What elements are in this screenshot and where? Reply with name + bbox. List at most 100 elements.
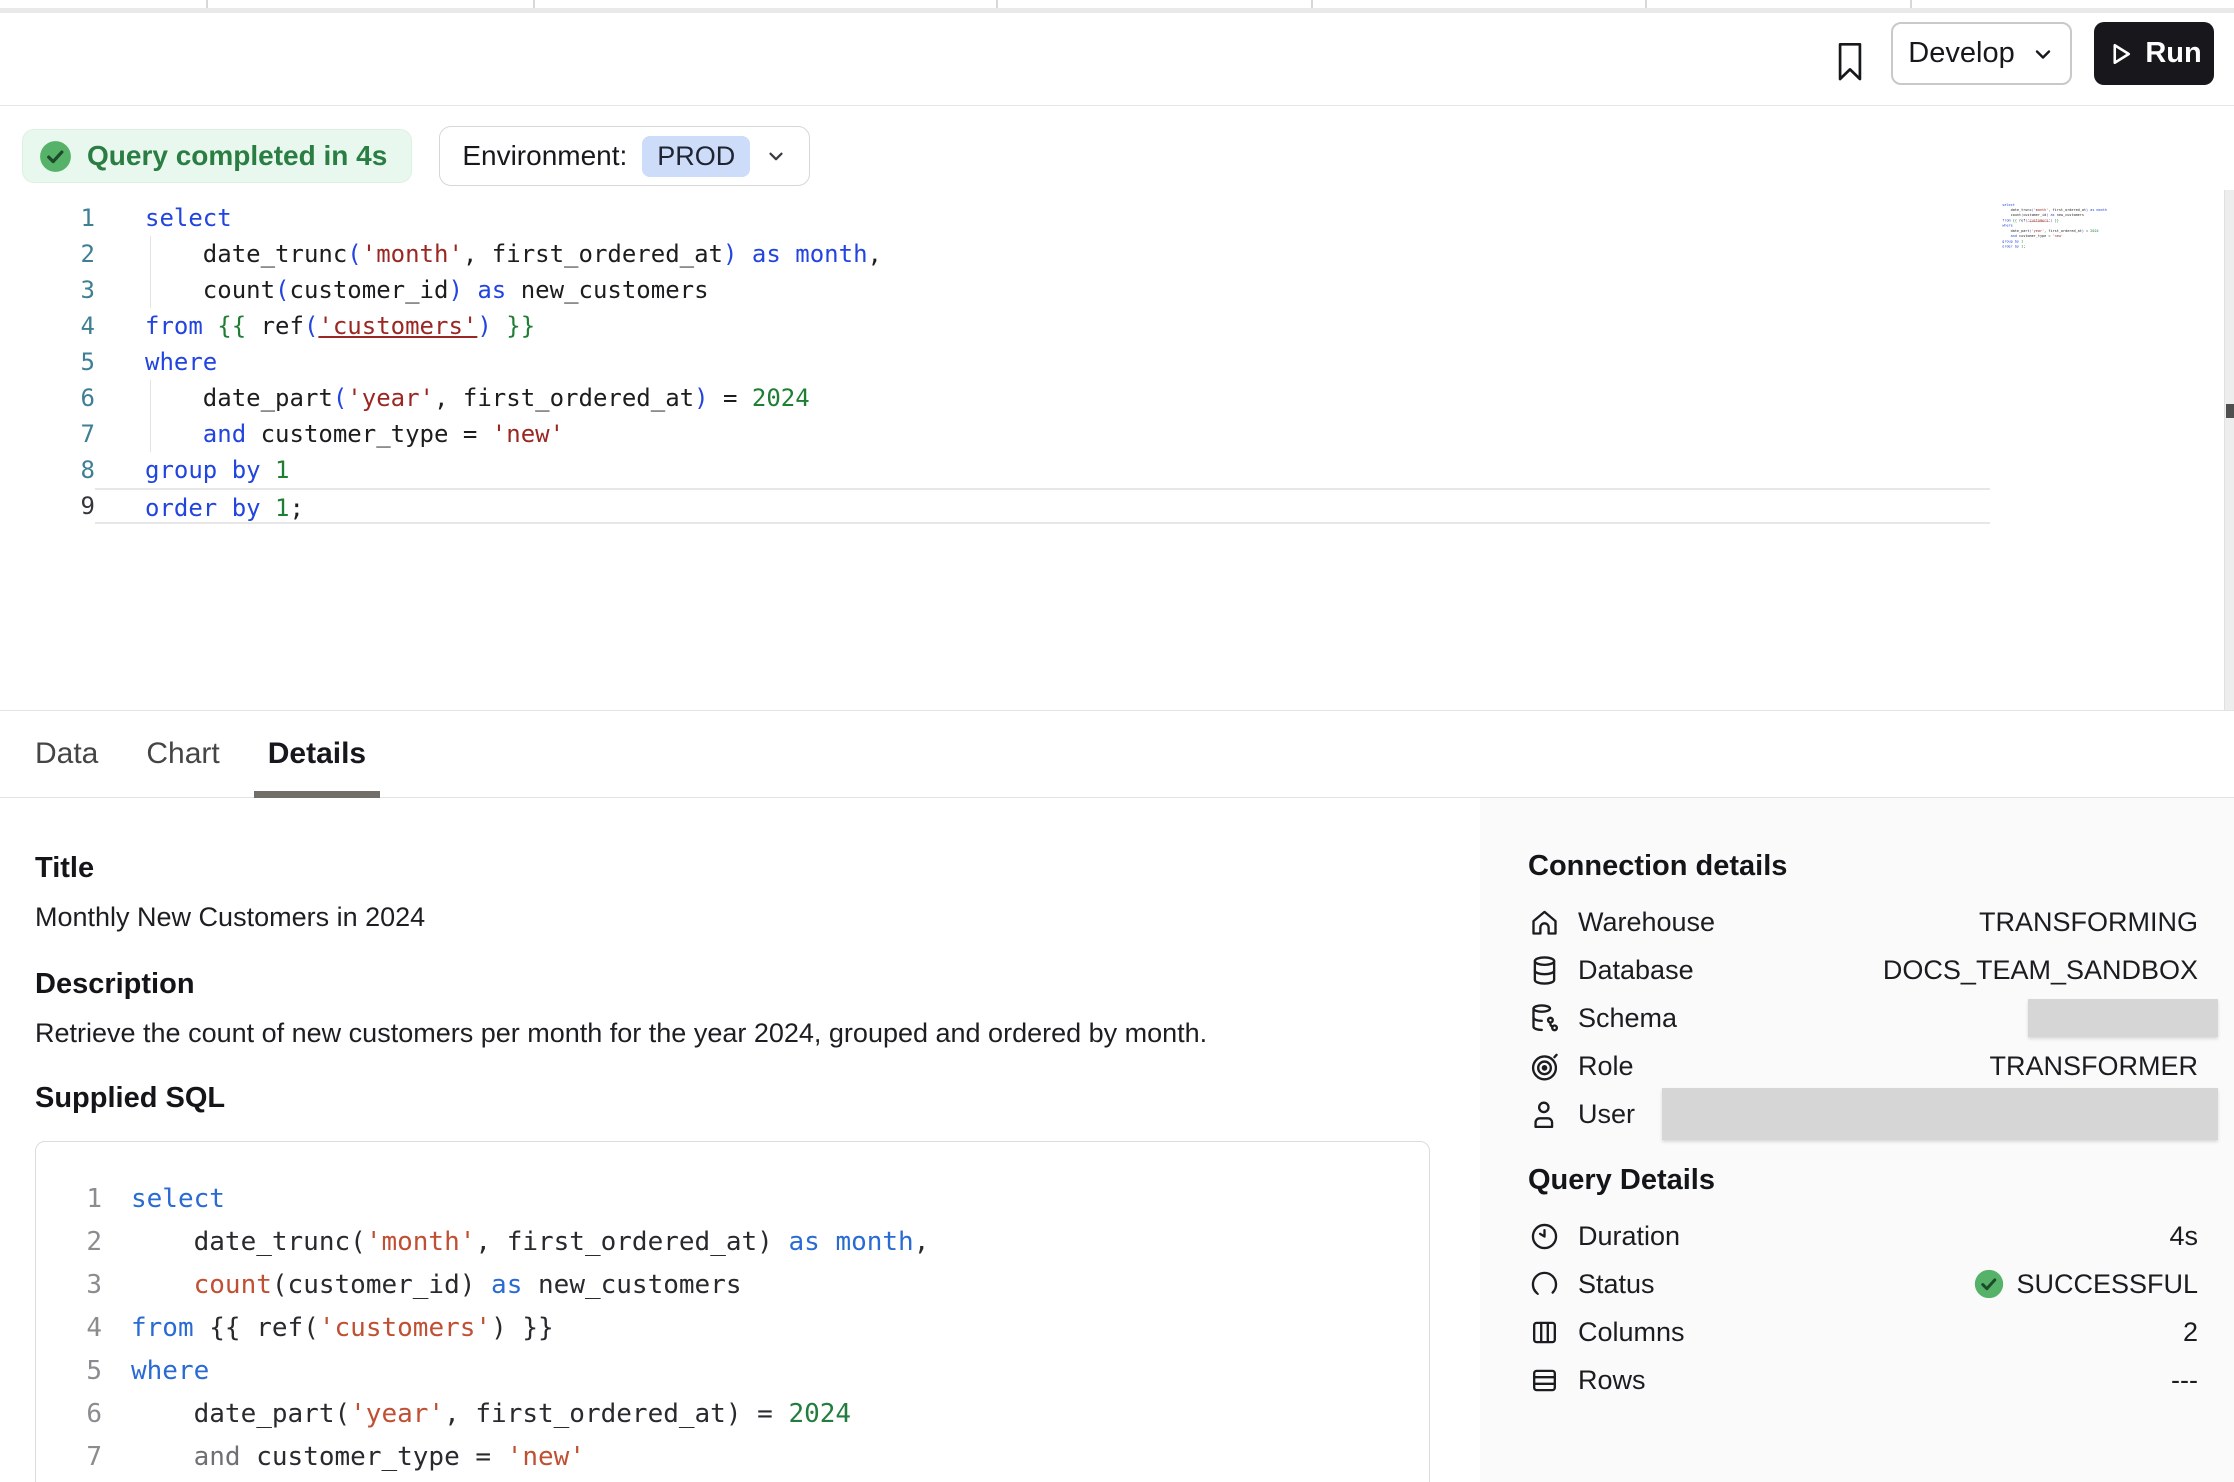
details-main-panel: Title Monthly New Customers in 2024 Desc… (0, 798, 1480, 1482)
line-number: 4 (0, 308, 95, 344)
detail-label: Database (1578, 955, 1694, 986)
schema-icon (1528, 1001, 1562, 1035)
detail-label: Status (1578, 1269, 1655, 1300)
supplied-sql-heading: Supplied SQL (35, 1082, 1480, 1115)
detail-label: Duration (1578, 1221, 1680, 1252)
code-line: 8group by 1 (0, 452, 1990, 488)
line-number: 1 (0, 200, 95, 236)
results-tabbar: DataChartDetails (0, 710, 2234, 798)
browser-tab-divider (1910, 0, 1912, 8)
detail-value: TRANSFORMER (1990, 1051, 2199, 1082)
detail-label: Columns (1578, 1317, 1685, 1348)
title-value: Monthly New Customers in 2024 (35, 902, 1480, 933)
line-number: 9 (0, 488, 95, 524)
query-details-heading: Query Details (1528, 1164, 2198, 1197)
browser-tab-divider (1311, 0, 1313, 8)
line-number: 6 (0, 380, 95, 416)
browser-tab-divider (1645, 0, 1647, 8)
query-detail-row: Duration 4s (1528, 1212, 2198, 1260)
run-button-label: Run (2145, 37, 2201, 70)
duration-icon (1528, 1219, 1562, 1253)
rows-icon (1528, 1363, 1562, 1397)
code-line: 5where (0, 344, 1990, 380)
play-icon (2106, 40, 2134, 68)
detail-label: Warehouse (1578, 907, 1715, 938)
code-line: 1select (36, 1178, 1429, 1221)
detail-value: 2 (2183, 1317, 2198, 1348)
line-number: 4 (36, 1307, 102, 1350)
line-number: 6 (36, 1393, 102, 1436)
browser-tab-divider (996, 0, 998, 8)
detail-label: Role (1578, 1051, 1634, 1082)
environment-label: Environment: (462, 140, 627, 172)
query-status-pill: Query completed in 4s (22, 129, 412, 183)
code-line: 6 date_part('year', first_ordered_at) = … (36, 1393, 1429, 1436)
window-top-strip (0, 0, 2234, 13)
run-button[interactable]: Run (2094, 22, 2214, 85)
line-number: 3 (0, 272, 95, 308)
tab-data[interactable]: Data (21, 711, 112, 797)
scrollbar-thumb[interactable] (2226, 404, 2234, 418)
redacted-value (2028, 999, 2218, 1037)
query-detail-row: Status SUCCESSFUL (1528, 1260, 2198, 1308)
detail-value: SUCCESSFUL (2016, 1269, 2198, 1300)
columns-icon (1528, 1315, 1562, 1349)
code-line: 3 count(customer_id) as new_customers (36, 1264, 1429, 1307)
chevron-down-icon (765, 145, 787, 167)
line-number: 5 (36, 1350, 102, 1393)
connection-row: Warehouse TRANSFORMING (1528, 898, 2198, 946)
connection-row: User (1528, 1090, 2198, 1138)
detail-value: --- (2171, 1365, 2198, 1396)
code-line: 2 date_trunc('month', first_ordered_at) … (0, 236, 1990, 272)
detail-value: TRANSFORMING (1979, 907, 2198, 938)
editor-minimap-code: select date_trunc('month', first_ordered… (1995, 202, 2107, 249)
environment-select[interactable]: Environment: PROD (439, 126, 810, 186)
develop-button-label: Develop (1908, 37, 2014, 70)
connection-details-heading: Connection details (1528, 850, 2198, 883)
line-number: 8 (0, 452, 95, 488)
code-line: 7 and customer_type = 'new' (36, 1436, 1429, 1479)
connection-row: Database DOCS_TEAM_SANDBOX (1528, 946, 2198, 994)
header-bar: Develop Run (0, 13, 2234, 106)
code-line: 9order by 1; (0, 488, 1990, 524)
code-line: 6 date_part('year', first_ordered_at) = … (0, 380, 1990, 416)
line-number: 3 (36, 1264, 102, 1307)
editor-minimap[interactable]: select date_trunc('month', first_ordered… (1995, 202, 2107, 258)
redacted-value (1662, 1088, 2218, 1140)
role-icon (1528, 1049, 1562, 1083)
database-icon (1528, 953, 1562, 987)
detail-value: 4s (2169, 1221, 2198, 1252)
develop-button[interactable]: Develop (1891, 22, 2072, 85)
detail-label: Schema (1578, 1003, 1677, 1034)
query-detail-row: Columns 2 (1528, 1308, 2198, 1356)
code-line: 4from {{ ref('customers') }} (36, 1307, 1429, 1350)
tab-details[interactable]: Details (254, 711, 380, 797)
status-icon (1528, 1267, 1562, 1301)
connection-row: Schema (1528, 994, 2198, 1042)
detail-label: User (1578, 1099, 1635, 1130)
query-detail-row: Rows --- (1528, 1356, 2198, 1404)
detail-value: DOCS_TEAM_SANDBOX (1883, 955, 2198, 986)
detail-label: Rows (1578, 1365, 1646, 1396)
check-circle-icon (1972, 1267, 2006, 1301)
code-line: 5where (36, 1350, 1429, 1393)
title-heading: Title (35, 852, 1480, 885)
tab-chart[interactable]: Chart (132, 711, 233, 797)
line-number: 1 (36, 1178, 102, 1221)
code-line: 3 count(customer_id) as new_customers (0, 272, 1990, 308)
bookmark-icon (1833, 40, 1867, 84)
environment-badge: PROD (642, 136, 750, 177)
user-icon (1528, 1097, 1562, 1131)
chevron-down-icon (2031, 42, 2055, 66)
code-line: order by 1; (1995, 244, 2107, 249)
line-number: 2 (0, 236, 95, 272)
line-number: 7 (0, 416, 95, 452)
supplied-sql-code-block: 1select2 date_trunc('month', first_order… (35, 1141, 1430, 1482)
warehouse-icon (1528, 905, 1562, 939)
status-success-badge: SUCCESSFUL (1972, 1267, 2198, 1301)
line-number: 5 (0, 344, 95, 380)
browser-tab-divider (533, 0, 535, 8)
sql-editor[interactable]: 1select2 date_trunc('month', first_order… (0, 200, 1990, 524)
code-line: 1select (0, 200, 1990, 236)
bookmark-button[interactable] (1828, 33, 1872, 91)
